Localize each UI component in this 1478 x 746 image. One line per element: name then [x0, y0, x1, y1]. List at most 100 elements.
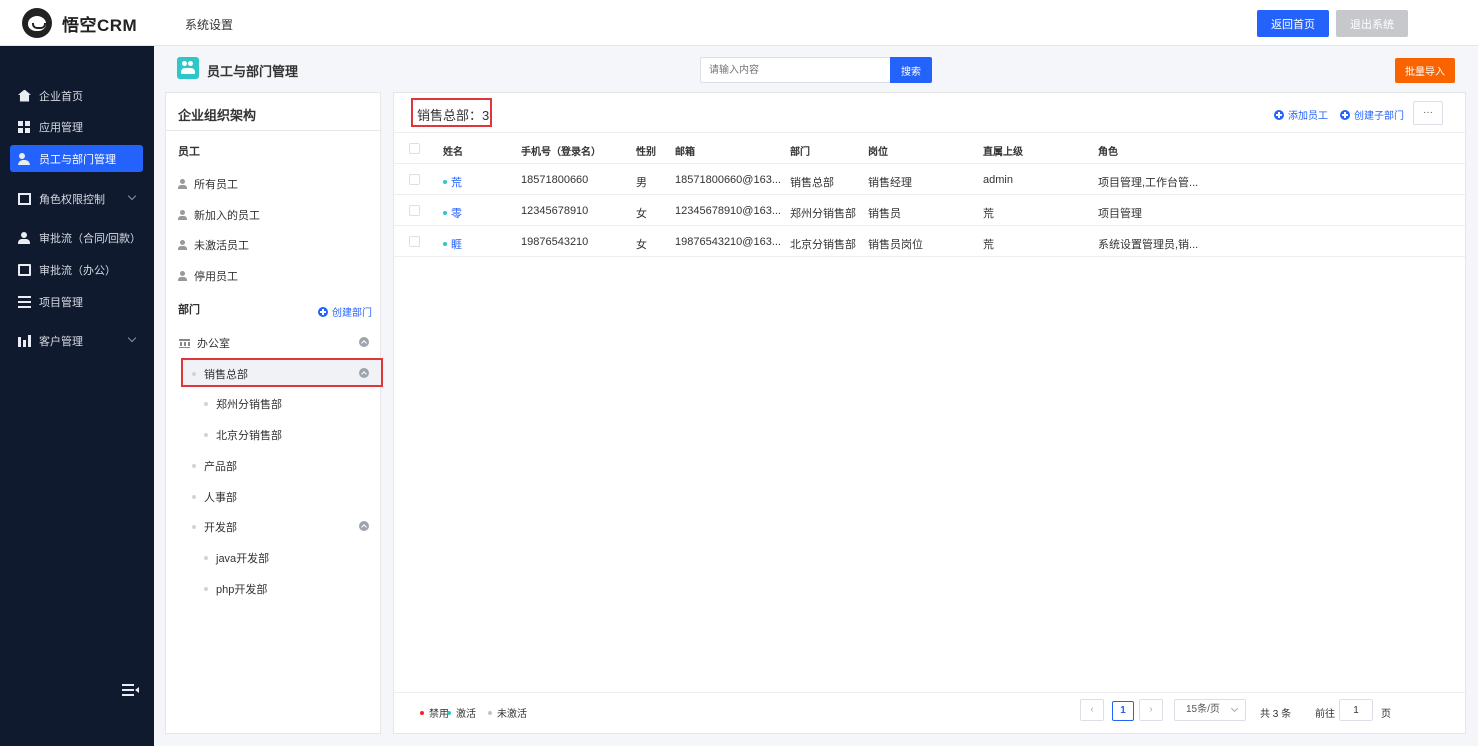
- tree-node-beijing-sales[interactable]: 北京分销售部: [204, 427, 282, 443]
- tree-node-office[interactable]: 办公室: [179, 335, 230, 351]
- legend-label: 禁用: [429, 709, 449, 720]
- top-title: 系统设置: [185, 18, 234, 32]
- filter-label: 新加入的员工: [194, 210, 260, 222]
- column-header[interactable]: 岗位: [868, 143, 888, 158]
- collapse-toggle-icon[interactable]: [359, 368, 369, 378]
- sidebar-item-apps[interactable]: 应用管理: [10, 113, 143, 140]
- page-number-button[interactable]: 1: [1112, 701, 1134, 721]
- exit-system-button[interactable]: 退出系统: [1336, 10, 1408, 37]
- table-row[interactable]: 荒 18571800660 男 18571800660@163... 销售总部 …: [394, 164, 1465, 195]
- column-header[interactable]: 姓名: [443, 143, 463, 158]
- employee-name[interactable]: 睚: [451, 236, 462, 252]
- page-size-select[interactable]: 15条/页: [1174, 699, 1246, 721]
- monitor-icon: [18, 263, 31, 276]
- person-icon: [178, 210, 188, 220]
- gray-dot-icon: [488, 710, 492, 715]
- org-structure-panel: 企业组织架构 员工 所有员工 新加入的员工 未激活员工 停用员工 部门 创建部门…: [165, 92, 383, 734]
- add-employee-button[interactable]: 添加员工: [1274, 107, 1328, 122]
- legend-inactive: 未激活: [488, 705, 527, 720]
- select-all-checkbox[interactable]: [409, 143, 420, 154]
- sidebar-item-role-permissions[interactable]: 角色权限控制: [10, 185, 143, 212]
- tree-node-label: java开发部: [216, 553, 270, 565]
- gender-cell: 女: [636, 239, 647, 251]
- column-header[interactable]: 性别: [636, 143, 656, 158]
- employee-name[interactable]: 荒: [451, 174, 462, 190]
- next-page-button[interactable]: ›: [1139, 699, 1163, 721]
- back-home-button[interactable]: 返回首页: [1257, 10, 1329, 37]
- tree-node-product[interactable]: 产品部: [192, 458, 237, 474]
- collapse-toggle-icon[interactable]: [359, 337, 369, 347]
- divider: [394, 692, 1465, 693]
- sidebar-item-projects[interactable]: 项目管理: [10, 288, 143, 315]
- sidebar-item-approval-office[interactable]: 审批流（办公）: [10, 256, 143, 283]
- filter-new-employees[interactable]: 新加入的员工: [178, 207, 260, 223]
- prev-page-button[interactable]: ‹: [1080, 699, 1104, 721]
- filter-disabled-employees[interactable]: 停用员工: [178, 268, 238, 284]
- tree-node-label: 人事部: [204, 492, 237, 504]
- email-cell: 18571800660@163...: [675, 174, 781, 186]
- tree-dot-icon: [192, 495, 196, 499]
- department-cell: 北京分销售部: [790, 239, 856, 251]
- search-input[interactable]: [700, 57, 891, 83]
- building-icon: [179, 338, 190, 348]
- employee-list-panel: 销售总部：3 添加员工 创建子部门 ··· 姓名 手机号（登录名） 性别 邮箱 …: [393, 92, 1466, 734]
- more-options-button[interactable]: ···: [1413, 101, 1443, 125]
- search-button[interactable]: 搜索: [890, 57, 932, 83]
- table-row[interactable]: 睚 19876543210 女 19876543210@163... 北京分销售…: [394, 226, 1465, 257]
- collapse-toggle-icon[interactable]: [359, 521, 369, 531]
- batch-import-button[interactable]: 批量导入: [1395, 58, 1455, 83]
- table-header: 姓名 手机号（登录名） 性别 邮箱 部门 岗位 直属上级 角色: [394, 132, 1465, 164]
- org-panel-title: 企业组织架构: [178, 108, 257, 123]
- leader-cell: 荒: [983, 208, 994, 220]
- filter-label: 未激活员工: [194, 240, 249, 252]
- tree-node-sales-hq[interactable]: 销售总部: [192, 366, 248, 382]
- tree-node-label: 北京分销售部: [216, 430, 282, 442]
- sidebar-item-label: 审批流（合同/回款）: [39, 232, 142, 245]
- sidebar-item-customers[interactable]: 客户管理: [10, 327, 143, 354]
- employee-name-cell[interactable]: 睚: [443, 236, 462, 252]
- employee-name-cell[interactable]: 荒: [443, 174, 462, 190]
- phone-cell: 12345678910: [521, 205, 589, 217]
- tree-node-zhengzhou-sales[interactable]: 郑州分销售部: [204, 396, 282, 412]
- table-row[interactable]: 零 12345678910 女 12345678910@163... 郑州分销售…: [394, 195, 1465, 226]
- page-size-value: 15条/页: [1186, 704, 1220, 715]
- row-checkbox[interactable]: [409, 205, 420, 216]
- total-count: 共 3 条: [1260, 709, 1292, 720]
- sidebar-item-home[interactable]: 企业首页: [10, 82, 143, 109]
- chevron-right-icon: ›: [1149, 704, 1153, 715]
- row-checkbox[interactable]: [409, 174, 420, 185]
- tree-dot-icon: [192, 525, 196, 529]
- gender-cell: 女: [636, 208, 647, 220]
- sidebar-item-staff-departments[interactable]: 员工与部门管理: [10, 145, 143, 172]
- column-header[interactable]: 部门: [790, 143, 810, 158]
- create-department-button[interactable]: 创建部门: [318, 304, 372, 319]
- page-unit-label: 页: [1381, 709, 1391, 720]
- employee-name-cell[interactable]: 零: [443, 205, 462, 221]
- plus-circle-icon: [318, 306, 328, 317]
- users-icon: [18, 152, 31, 165]
- role-cell: 系统设置管理员,销...: [1098, 239, 1199, 251]
- employee-name[interactable]: 零: [451, 205, 462, 221]
- tree-node-label: 开发部: [204, 522, 237, 534]
- person-icon: [178, 240, 188, 250]
- filter-all-employees[interactable]: 所有员工: [178, 176, 238, 192]
- column-header[interactable]: 直属上级: [983, 143, 1023, 158]
- dept-employee-count: 销售总部：3: [417, 108, 490, 123]
- sidebar-item-approval-contract[interactable]: 审批流（合同/回款）: [10, 224, 143, 251]
- create-subdepartment-button[interactable]: 创建子部门: [1340, 107, 1404, 122]
- tree-node-php-dev[interactable]: php开发部: [204, 581, 267, 597]
- tree-node-dev[interactable]: 开发部: [192, 519, 237, 535]
- tree-node-java-dev[interactable]: java开发部: [204, 550, 269, 566]
- goto-page-input[interactable]: [1339, 699, 1373, 721]
- legend-label: 激活: [456, 709, 476, 720]
- teal-dot-icon: [447, 710, 451, 715]
- column-header[interactable]: 邮箱: [675, 143, 695, 158]
- collapse-sidebar-icon[interactable]: [122, 684, 139, 696]
- column-header[interactable]: 手机号（登录名）: [521, 143, 601, 158]
- tree-node-hr[interactable]: 人事部: [192, 489, 237, 505]
- column-header[interactable]: 角色: [1098, 143, 1118, 158]
- chevron-left-icon: ‹: [1090, 704, 1094, 715]
- row-checkbox[interactable]: [409, 236, 420, 247]
- filter-inactive-employees[interactable]: 未激活员工: [178, 237, 249, 253]
- department-cell: 销售总部: [790, 177, 834, 189]
